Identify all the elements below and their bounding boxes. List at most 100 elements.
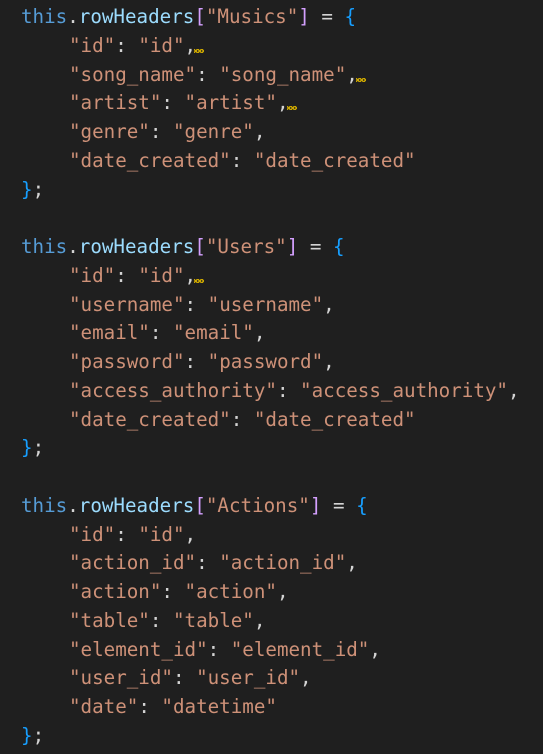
brace-open: { [344, 5, 357, 28]
code-line-entry[interactable]: "date_created": "date_created" [21, 147, 416, 175]
entry-value: "element_id" [230, 637, 370, 661]
code-line-entry[interactable]: "action": "action", [21, 578, 289, 606]
keyword-this: this [21, 5, 68, 28]
code-line-entry[interactable]: "artist": "artist", [21, 89, 297, 117]
entry-key: "email" [69, 321, 150, 345]
entry-key: "artist" [69, 91, 162, 115]
brace-close: } [21, 723, 33, 747]
comma: , [507, 378, 520, 402]
dot-operator: . [67, 5, 79, 28]
colon: : [276, 378, 301, 402]
entry-key: "password" [69, 350, 185, 373]
warning-squiggle-icon [286, 106, 297, 112]
assign-operator: = [298, 235, 333, 258]
entry-value: "id" [138, 33, 185, 57]
bracket-open: [ [194, 493, 206, 517]
colon: : [161, 91, 185, 115]
warning-squiggle-icon [355, 77, 366, 83]
entry-value: "action" [184, 580, 277, 603]
code-line-declaration[interactable]: this.rowHeaders["Users"] = { [21, 233, 345, 261]
entry-value: "artist" [184, 91, 277, 115]
code-line-entry[interactable]: "song_name": "song_name", [21, 61, 366, 89]
code-line-entry[interactable]: "id": "id", [21, 521, 196, 549]
comma: , [300, 666, 312, 690]
semicolon: ; [32, 436, 45, 460]
string-key: "Actions" [205, 493, 310, 517]
entry-value: "song_name" [219, 62, 347, 86]
colon: : [138, 695, 162, 718]
entry-value: "access_authority" [300, 378, 508, 402]
entry-key: "element_id" [69, 637, 208, 661]
colon: : [230, 407, 254, 431]
code-line-entry[interactable]: "access_authority": "access_authority", [21, 377, 520, 405]
entry-value: "action_id" [219, 551, 347, 575]
brace-open: { [332, 235, 345, 258]
colon: : [115, 33, 139, 57]
entry-value: "user_id" [196, 666, 301, 690]
code-editor[interactable]: this.rowHeaders["Musics"] = {"id": "id",… [0, 0, 543, 754]
property-name: rowHeaders [78, 493, 195, 517]
entry-key: "genre" [69, 120, 150, 143]
keyword-this: this [21, 493, 68, 517]
colon: : [196, 62, 220, 86]
code-line-entry[interactable]: "password": "password", [21, 348, 335, 376]
colon: : [207, 637, 231, 661]
entry-key: "access_authority" [69, 378, 277, 402]
entry-value: "password" [207, 350, 324, 373]
code-line-declaration[interactable]: this.rowHeaders["Actions"] = { [21, 492, 368, 520]
entry-key: "date_created" [69, 407, 231, 431]
code-line-close[interactable]: }; [21, 722, 44, 750]
code-line-entry[interactable]: "date": "datetime" [21, 693, 277, 721]
string-key: "Users" [205, 235, 287, 258]
code-line-entry[interactable]: "table": "table", [21, 607, 265, 635]
string-key: "Musics" [205, 5, 299, 28]
code-line-entry[interactable]: "date_created": "date_created" [21, 406, 416, 434]
entry-value: "table" [172, 608, 254, 632]
code-line-entry[interactable]: "user_id": "user_id", [21, 664, 312, 692]
code-line-declaration[interactable]: this.rowHeaders["Musics"] = { [21, 3, 356, 31]
colon: : [172, 666, 197, 690]
entry-key: "id" [69, 33, 116, 57]
code-line-close[interactable]: }; [21, 434, 44, 462]
code-line-entry[interactable]: "username": "username", [21, 291, 335, 319]
comma: , [346, 551, 358, 575]
assign-operator: = [321, 493, 357, 517]
warning-squiggle-icon [194, 278, 205, 284]
bracket-close: ] [286, 235, 299, 258]
comma: , [369, 637, 381, 661]
comma: , [253, 321, 266, 345]
comma: , [323, 350, 335, 373]
semicolon: ; [32, 177, 45, 201]
dot-operator: . [67, 493, 79, 517]
colon: : [115, 522, 139, 546]
bracket-close: ] [298, 5, 310, 28]
semicolon: ; [32, 723, 45, 747]
code-line-entry[interactable]: "genre": "genre", [21, 118, 265, 146]
entry-value: "date_created" [253, 407, 416, 431]
code-line-entry[interactable]: "action_id": "action_id", [21, 549, 358, 577]
entry-value: "email" [172, 321, 254, 345]
colon: : [196, 551, 220, 575]
code-line-entry[interactable]: "element_id": "element_id", [21, 636, 381, 664]
code-line-close[interactable]: }; [21, 176, 44, 204]
entry-value: "username" [207, 292, 324, 316]
property-name: rowHeaders [78, 235, 195, 258]
colon: : [230, 148, 254, 172]
code-line-entry[interactable]: "id": "id", [21, 262, 205, 290]
entry-key: "username" [69, 292, 185, 316]
warning-squiggle-icon [194, 48, 205, 54]
entry-key: "user_id" [69, 666, 173, 690]
code-line-entry[interactable]: "id": "id", [21, 32, 205, 60]
entry-key: "song_name" [69, 62, 197, 86]
entry-key: "id" [69, 522, 116, 546]
entry-key: "table" [69, 608, 150, 632]
keyword-this: this [21, 235, 68, 258]
brace-open: { [356, 493, 368, 517]
entry-value: "id" [138, 522, 185, 546]
comma: , [323, 292, 335, 316]
code-line-entry[interactable]: "email": "email", [21, 319, 265, 347]
entry-key: "date" [69, 695, 139, 718]
colon: : [149, 120, 173, 143]
comma: , [184, 522, 197, 546]
entry-key: "date_created" [69, 148, 231, 172]
